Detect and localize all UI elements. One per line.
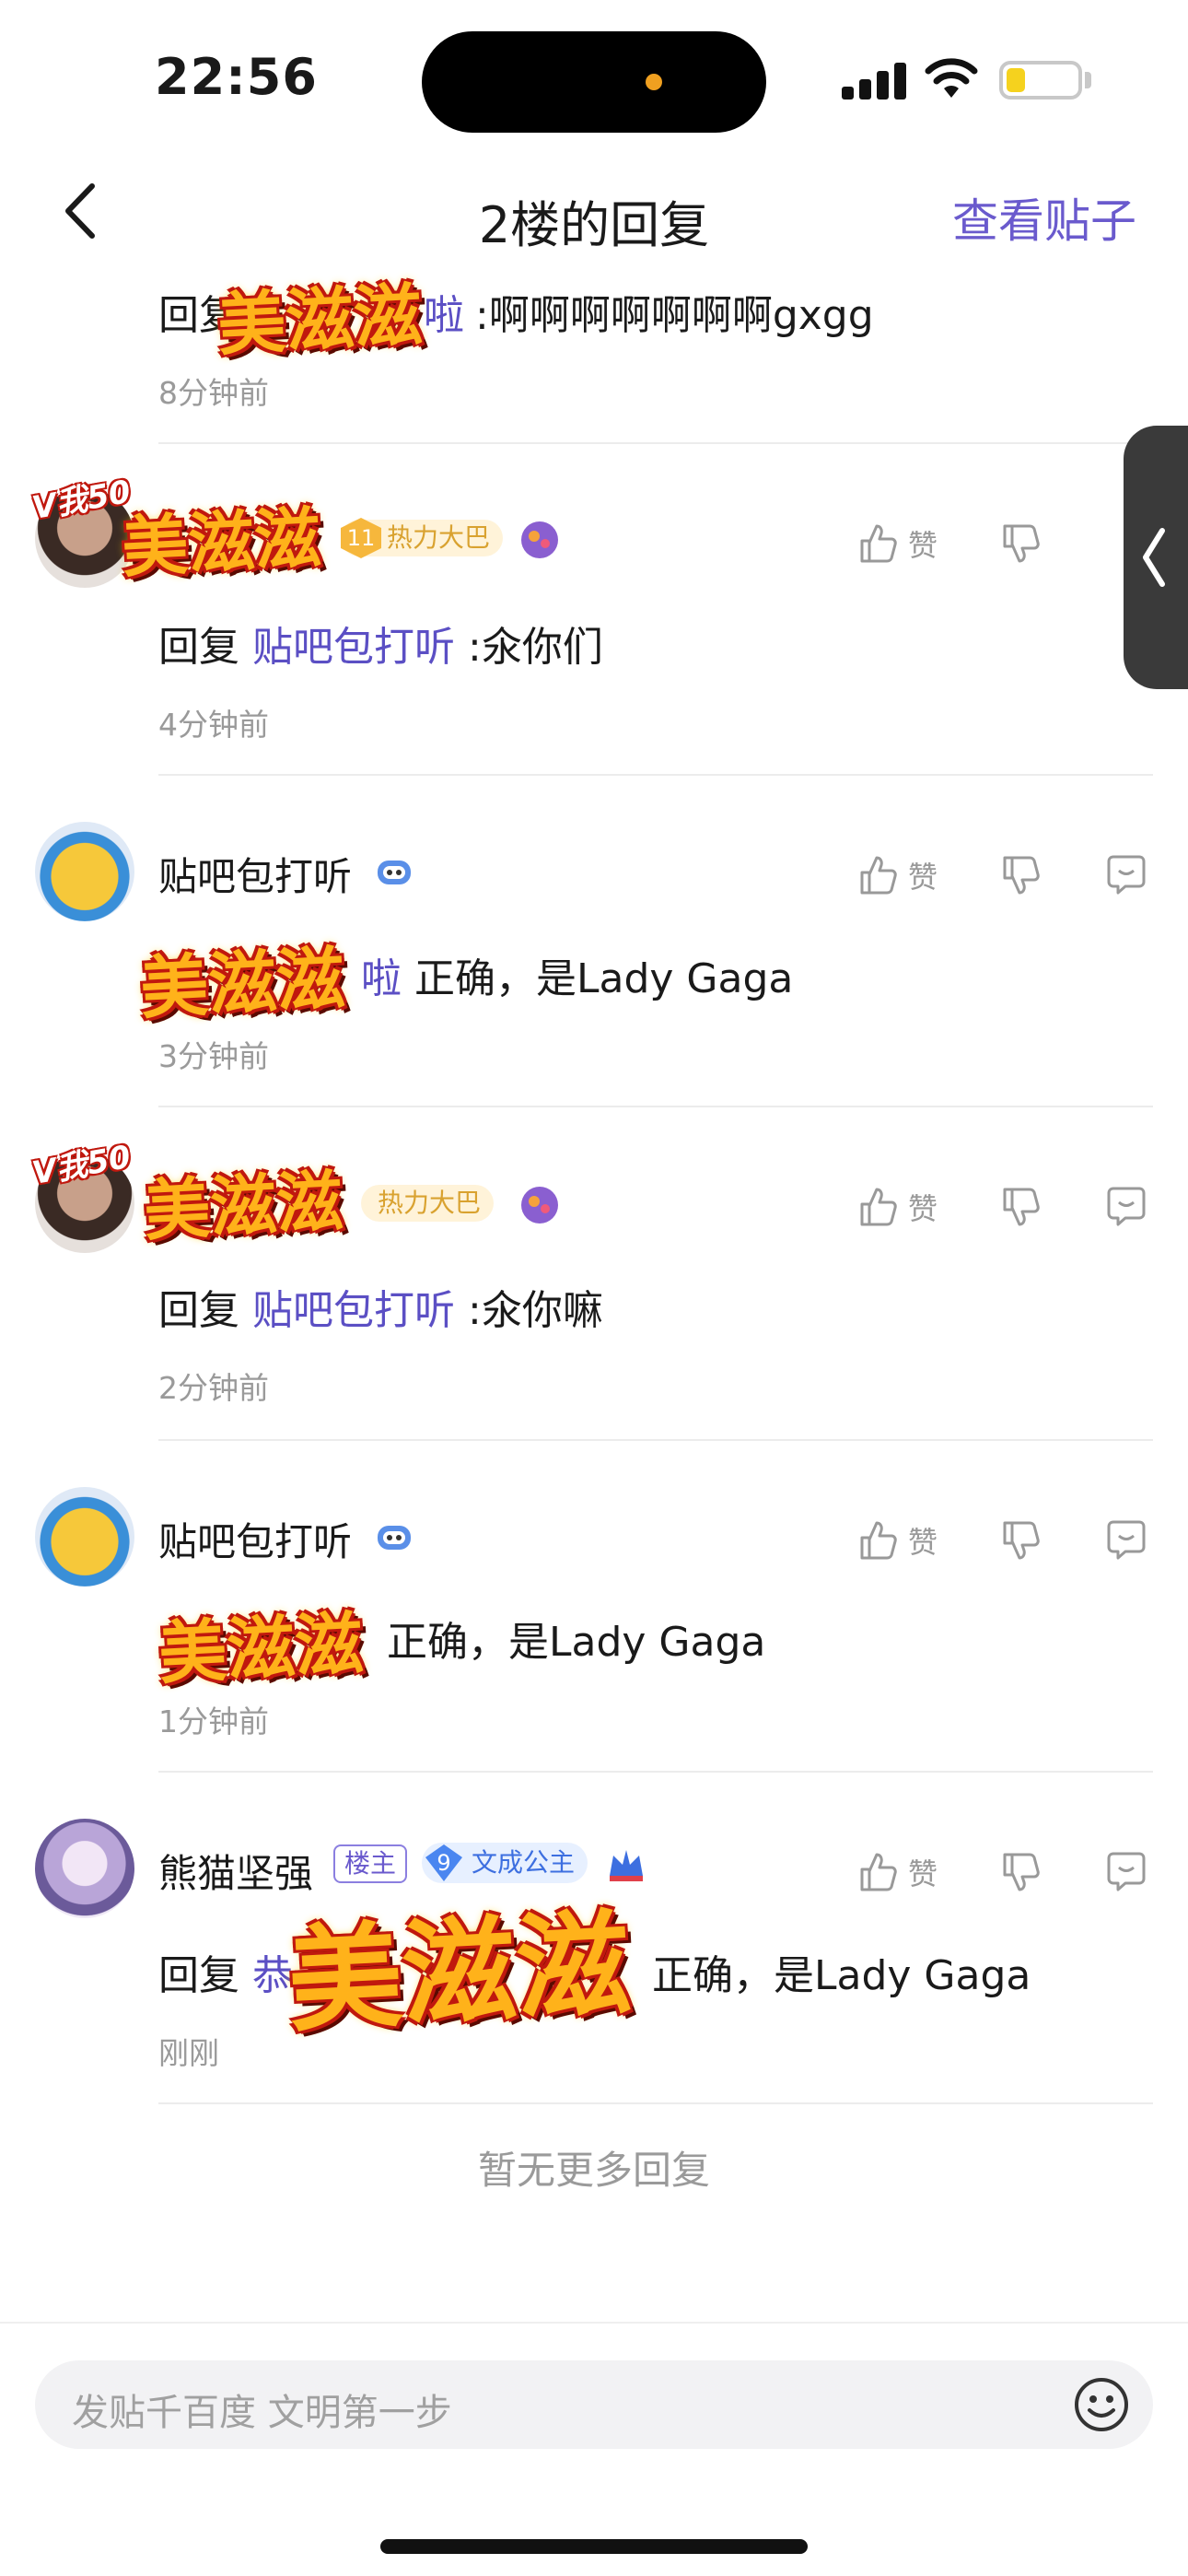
sticker-meizizi: 美滋滋 [142,1161,345,1250]
sticker-meizizi: 美滋滋 [157,1604,366,1694]
mention-link[interactable]: 贴吧包打听 [252,1287,455,1334]
avatar-ai-bot[interactable] [35,1487,134,1587]
mention-link[interactable]: 啦 [424,292,464,339]
thumbs-down-icon [1003,1188,1040,1226]
tieba-planet-icon [521,521,558,558]
input-placeholder: 发贴千百度 文明第一步 [72,2392,452,2434]
reply-content: 回复 贴吧包打听 :氽你们 [158,624,603,671]
thumbs-down-icon [1003,524,1040,563]
sticker-meizizi-large: 美滋滋 [285,1897,635,2049]
thumbs-down-icon [1003,856,1040,895]
reply-time: 刚刚 [158,2035,219,2071]
reply-time: 2分钟前 [158,1370,269,1406]
level-badge: 热力大巴 [361,1185,495,1222]
comment-icon [1107,1187,1146,1226]
status-time: 22:56 [155,48,318,106]
dislike-button[interactable] [997,516,1043,571]
divider [158,442,1153,444]
avatar[interactable] [35,1819,134,1918]
reply-button[interactable] [1103,1844,1149,1900]
comment-icon [1107,1520,1146,1560]
sticker-meizizi: 美滋滋 [215,275,425,366]
level-badge: 11 热力大巴 [341,518,504,558]
nav-bar: 2楼的回复 查看贴子 [0,157,1188,267]
tieba-planet-icon [521,1187,558,1224]
emoji-icon[interactable] [1072,2375,1131,2434]
dislike-button[interactable] [997,1513,1043,1568]
thumbs-up-icon [860,1188,897,1226]
thumbs-down-icon [1003,1521,1040,1560]
like-button[interactable]: 赞 [855,848,938,903]
comment-bar: 发贴千百度 文明第一步 [0,2322,1188,2576]
reply-time: 4分钟前 [158,707,269,743]
mention-link[interactable]: 贴吧包打听 [252,624,455,671]
dynamic-island [422,31,766,133]
reply-button[interactable] [1103,1179,1149,1235]
mention-link[interactable]: 啦 [361,955,402,1002]
comment-input[interactable]: 发贴千百度 文明第一步 [35,2360,1153,2449]
battery-tip [1085,72,1091,88]
thumbs-up-icon [860,1853,897,1891]
dislike-button[interactable] [997,1844,1043,1900]
username[interactable]: 贴吧包打听 [158,846,352,902]
comment-icon [1107,1852,1146,1891]
home-indicator [380,2539,808,2554]
chevron-left-icon [1143,528,1165,587]
dislike-button[interactable] [997,1179,1043,1235]
reply-button[interactable] [1103,1513,1149,1568]
robot-icon [378,861,411,884]
status-bar: 22:56 [0,0,1188,157]
recording-dot-icon [646,74,662,90]
thumbs-down-icon [1003,1853,1040,1891]
reply-time: 1分钟前 [158,1704,269,1739]
sticker-meizizi: 美滋滋 [138,939,347,1029]
reply-time: 3分钟前 [158,1038,269,1074]
robot-icon [378,1526,411,1550]
reply-actions: 赞 [855,1844,1159,1900]
battery-icon [999,61,1082,100]
owner-badge: 楼主 [333,1844,408,1883]
divider [158,1439,1153,1441]
side-drawer-tab[interactable] [1124,426,1188,689]
thumbs-up-icon [860,856,897,895]
reply-actions: 赞 [855,1179,1159,1235]
wifi-icon [925,58,978,98]
dislike-button[interactable] [997,848,1043,903]
like-button[interactable]: 赞 [855,1179,938,1235]
divider [158,2102,1153,2104]
reply-button[interactable] [1103,848,1149,903]
reply-actions: 赞 [855,1513,1159,1568]
divider [158,1771,1153,1773]
reply-time: 8分钟前 [158,375,269,411]
comment-icon [1107,855,1146,895]
thumbs-up-icon [860,524,897,563]
no-more-replies: 暂无更多回复 [477,2148,710,2193]
divider [158,1106,1153,1107]
reply-content: 回复 贴吧包打听 :氽你嘛 [158,1287,603,1334]
view-post-button[interactable]: 查看贴子 [952,184,1136,251]
username[interactable]: 贴吧包打听 [158,1511,352,1567]
avatar-ai-bot[interactable] [35,822,134,921]
like-button[interactable]: 赞 [855,1513,938,1568]
cellular-signal-icon [842,63,906,100]
reply-actions: 赞 [855,848,1159,903]
reply-actions: 赞 [855,516,1159,571]
thumbs-up-icon [860,1521,897,1560]
like-button[interactable]: 赞 [855,516,938,571]
sticker-meizizi: 美滋滋 [120,498,323,587]
like-button[interactable]: 赞 [855,1844,938,1900]
divider [158,774,1153,776]
